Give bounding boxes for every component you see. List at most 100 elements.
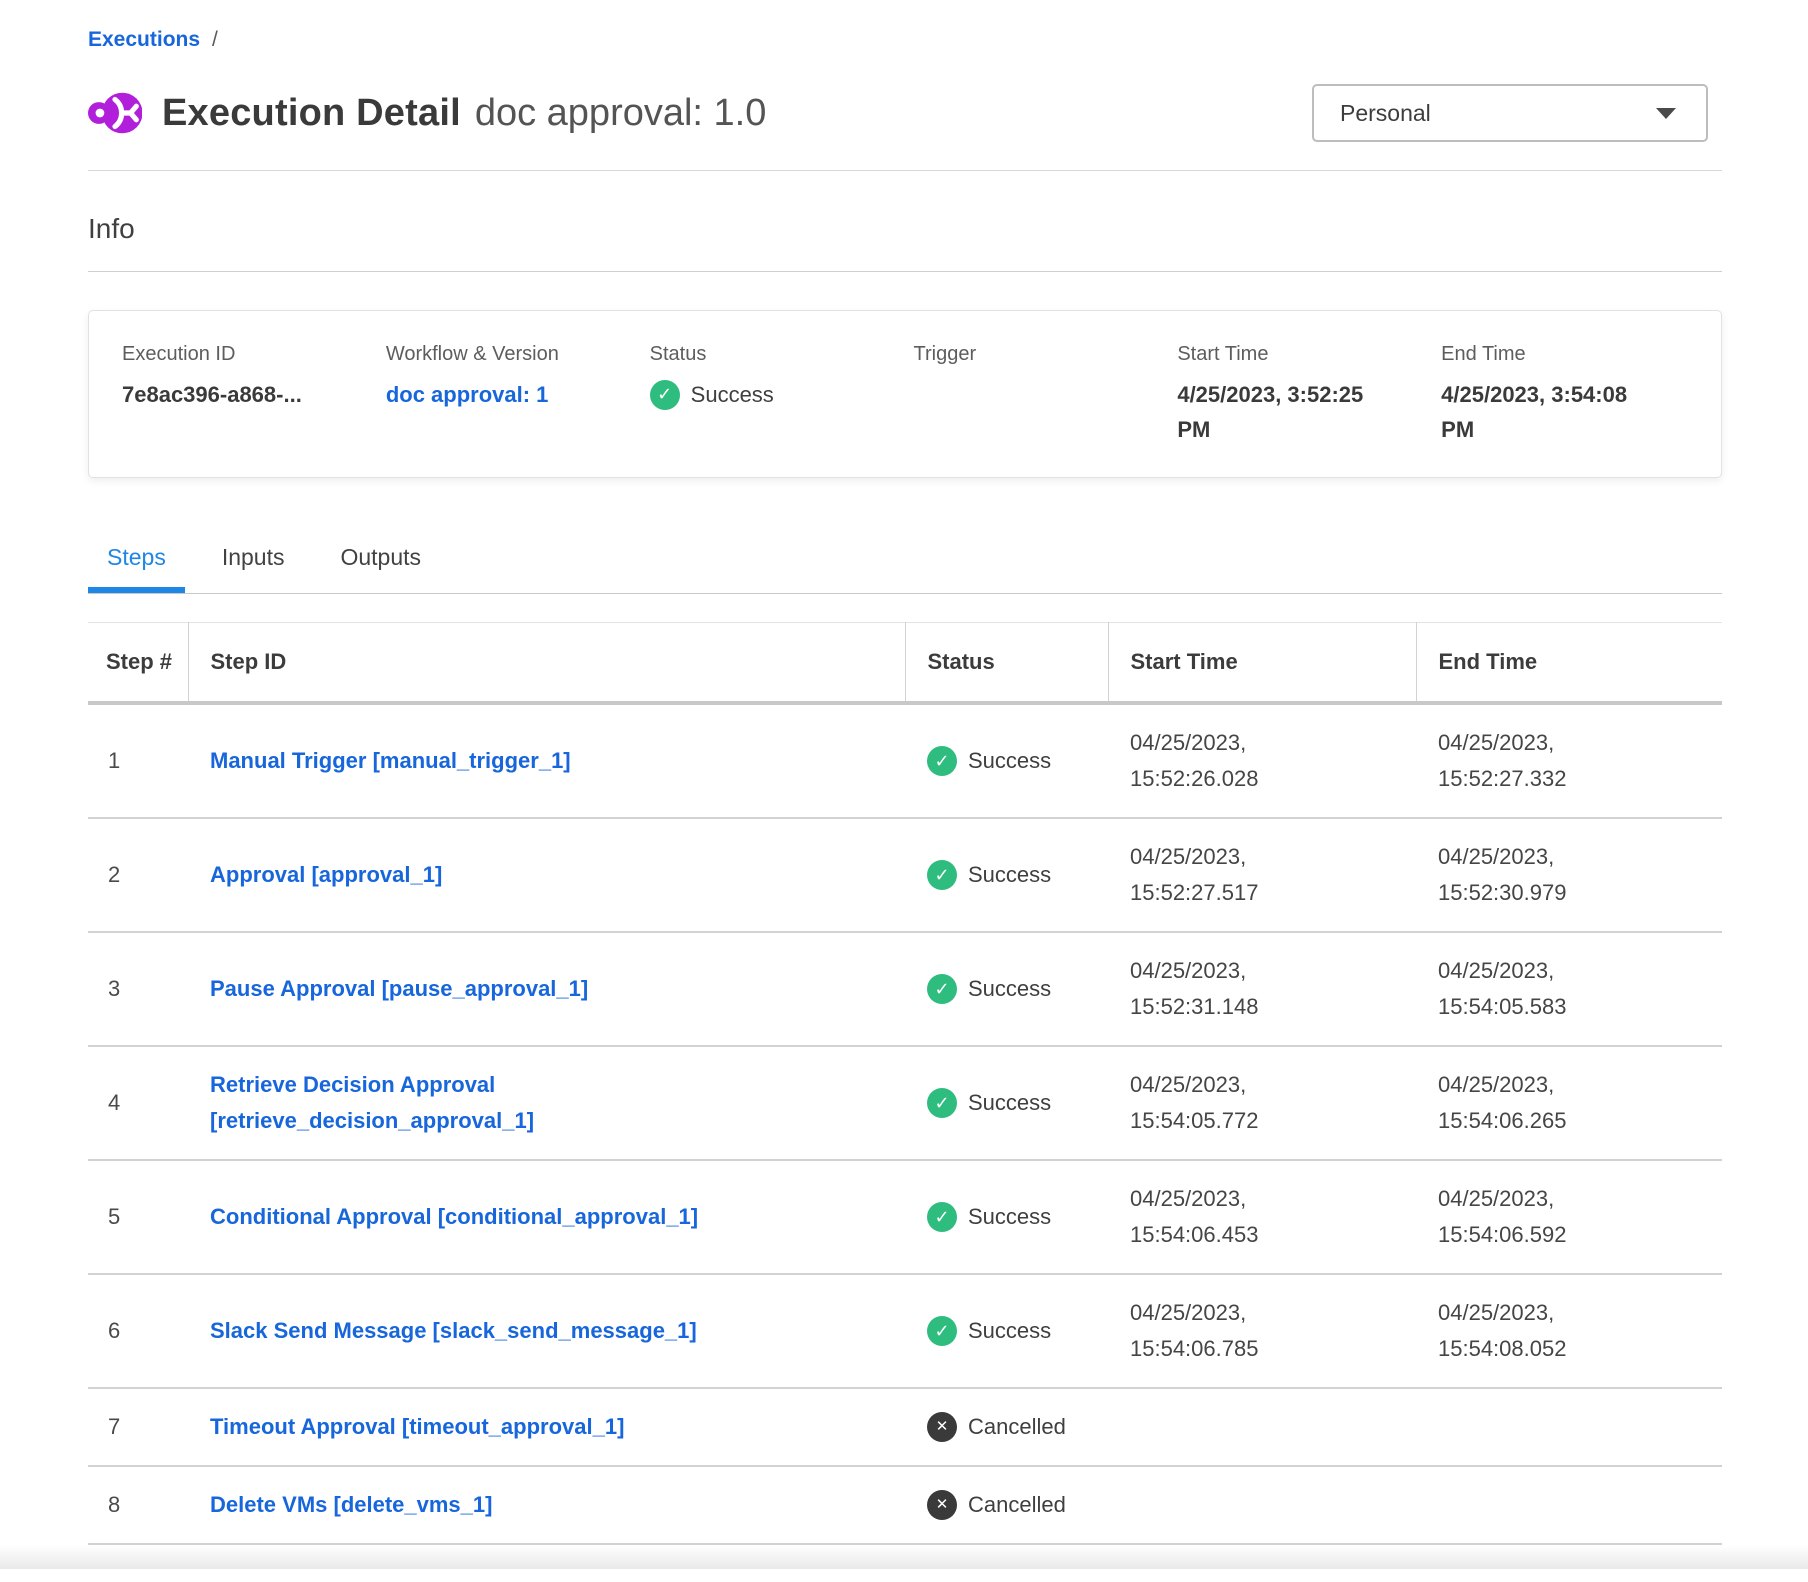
start-time-value: 4/25/2023, 3:52:25 PM: [1177, 377, 1393, 447]
step-start-time: 04/25/2023, 15:52:26.028: [1108, 703, 1416, 818]
column-header-status: Status: [905, 623, 1108, 704]
field-label: Workflow & Version: [386, 341, 602, 367]
status-label: Success: [968, 1199, 1051, 1235]
step-id-link[interactable]: Slack Send Message [slack_send_message_1…: [210, 1313, 697, 1349]
workspace-dropdown-value: Personal: [1340, 100, 1431, 127]
step-end-time: 04/25/2023, 15:54:06.265: [1416, 1046, 1722, 1160]
step-end-time: 04/25/2023, 15:52:27.332: [1416, 703, 1722, 818]
execution-id-value: 7e8ac396-a868-...: [122, 377, 338, 412]
end-time-value: 4/25/2023, 3:54:08 PM: [1441, 377, 1657, 447]
check-circle-icon: [927, 1088, 957, 1118]
step-start-time: 04/25/2023, 15:54:06.453: [1108, 1160, 1416, 1274]
step-number: 6: [88, 1274, 188, 1388]
step-number: 5: [88, 1160, 188, 1274]
step-end-time: 04/25/2023, 15:54:08.052: [1416, 1274, 1722, 1388]
field-label: Trigger: [914, 341, 1130, 367]
workspace-dropdown[interactable]: Personal: [1312, 84, 1708, 142]
detail-tabs: Steps Inputs Outputs: [88, 534, 1722, 594]
status-label: Success: [968, 1313, 1051, 1349]
info-field-start-time: Start Time 4/25/2023, 3:52:25 PM: [1177, 341, 1441, 447]
step-start-time: 04/25/2023, 15:54:05.772: [1108, 1046, 1416, 1160]
tab-outputs[interactable]: Outputs: [321, 534, 440, 593]
table-row: 2 Approval [approval_1] Success 04/25/20…: [88, 818, 1722, 932]
field-label: Start Time: [1177, 341, 1393, 367]
step-end-time: 04/25/2023, 15:54:05.583: [1416, 932, 1722, 1046]
step-start-time: 04/25/2023, 15:52:31.148: [1108, 932, 1416, 1046]
step-id-link[interactable]: Timeout Approval [timeout_approval_1]: [210, 1409, 624, 1445]
table-row: 3 Pause Approval [pause_approval_1] Succ…: [88, 932, 1722, 1046]
status-label: Success: [968, 971, 1051, 1007]
info-field-trigger: Trigger: [914, 341, 1178, 447]
step-id-link[interactable]: Conditional Approval [conditional_approv…: [210, 1199, 698, 1235]
info-divider: [88, 271, 1722, 272]
tab-inputs[interactable]: Inputs: [203, 534, 304, 593]
status-label: Success: [968, 1085, 1051, 1121]
chevron-down-icon: [1656, 108, 1676, 119]
workflow-version-link[interactable]: doc approval: 1: [386, 382, 549, 407]
check-circle-icon: [650, 380, 680, 410]
column-header-end-time: End Time: [1416, 623, 1722, 704]
table-header-row: Step # Step ID Status Start Time End Tim…: [88, 623, 1722, 704]
status-label: Success: [968, 743, 1051, 779]
field-label: End Time: [1441, 341, 1657, 367]
check-circle-icon: [927, 974, 957, 1004]
execution-info-card: Execution ID 7e8ac396-a868-... Workflow …: [88, 310, 1722, 478]
table-row: 8 Delete VMs [delete_vms_1] Cancelled: [88, 1466, 1722, 1544]
breadcrumb-separator: /: [212, 28, 218, 51]
x-circle-icon: [927, 1412, 957, 1442]
column-header-step-num: Step #: [88, 623, 188, 704]
info-field-end-time: End Time 4/25/2023, 3:54:08 PM: [1441, 341, 1705, 447]
step-number: 1: [88, 703, 188, 818]
step-number: 7: [88, 1388, 188, 1466]
x-circle-icon: [927, 1490, 957, 1520]
steps-table-body: 1 Manual Trigger [manual_trigger_1] Succ…: [88, 703, 1722, 1544]
step-start-time: [1108, 1388, 1416, 1466]
check-circle-icon: [927, 746, 957, 776]
step-number: 2: [88, 818, 188, 932]
column-header-start-time: Start Time: [1108, 623, 1416, 704]
status-label: Cancelled: [968, 1487, 1066, 1523]
step-start-time: 04/25/2023, 15:54:06.785: [1108, 1274, 1416, 1388]
step-end-time: [1416, 1466, 1722, 1544]
check-circle-icon: [927, 1202, 957, 1232]
status-label: Cancelled: [968, 1409, 1066, 1445]
check-circle-icon: [927, 860, 957, 890]
tab-steps[interactable]: Steps: [88, 534, 185, 593]
info-field-status: Status Success: [650, 341, 914, 447]
page-subtitle: doc approval: 1.0: [475, 92, 767, 135]
workflow-branch-icon: [88, 86, 142, 140]
info-field-workflow: Workflow & Version doc approval: 1: [386, 341, 650, 447]
step-end-time: 04/25/2023, 15:54:06.592: [1416, 1160, 1722, 1274]
table-row: 7 Timeout Approval [timeout_approval_1] …: [88, 1388, 1722, 1466]
table-row: 6 Slack Send Message [slack_send_message…: [88, 1274, 1722, 1388]
status-label: Success: [968, 857, 1051, 893]
table-row: 5 Conditional Approval [conditional_appr…: [88, 1160, 1722, 1274]
step-id-link[interactable]: Pause Approval [pause_approval_1]: [210, 971, 588, 1007]
table-row: 1 Manual Trigger [manual_trigger_1] Succ…: [88, 703, 1722, 818]
step-start-time: [1108, 1466, 1416, 1544]
breadcrumb-executions-link[interactable]: Executions: [88, 28, 200, 51]
check-circle-icon: [927, 1316, 957, 1346]
info-heading: Info: [88, 213, 1722, 245]
field-label: Status: [650, 341, 866, 367]
page-title: Execution Detail: [162, 92, 461, 135]
step-end-time: [1416, 1388, 1722, 1466]
field-label: Execution ID: [122, 341, 338, 367]
info-field-execution-id: Execution ID 7e8ac396-a868-...: [122, 341, 386, 447]
step-start-time: 04/25/2023, 15:52:27.517: [1108, 818, 1416, 932]
step-end-time: 04/25/2023, 15:52:30.979: [1416, 818, 1722, 932]
breadcrumb: Executions /: [88, 26, 1722, 54]
page-bottom-fade: [0, 1545, 1808, 1569]
column-header-step-id: Step ID: [188, 623, 905, 704]
steps-table: Step # Step ID Status Start Time End Tim…: [88, 622, 1722, 1545]
step-id-link[interactable]: Approval [approval_1]: [210, 857, 442, 893]
execution-status-label: Success: [691, 377, 774, 412]
page-header: Execution Detail doc approval: 1.0 Perso…: [88, 84, 1722, 142]
step-number: 4: [88, 1046, 188, 1160]
step-id-link[interactable]: Delete VMs [delete_vms_1]: [210, 1487, 492, 1523]
header-divider: [88, 170, 1722, 171]
step-number: 8: [88, 1466, 188, 1544]
step-number: 3: [88, 932, 188, 1046]
step-id-link[interactable]: Retrieve Decision Approval [retrieve_dec…: [210, 1067, 755, 1139]
step-id-link[interactable]: Manual Trigger [manual_trigger_1]: [210, 743, 571, 779]
